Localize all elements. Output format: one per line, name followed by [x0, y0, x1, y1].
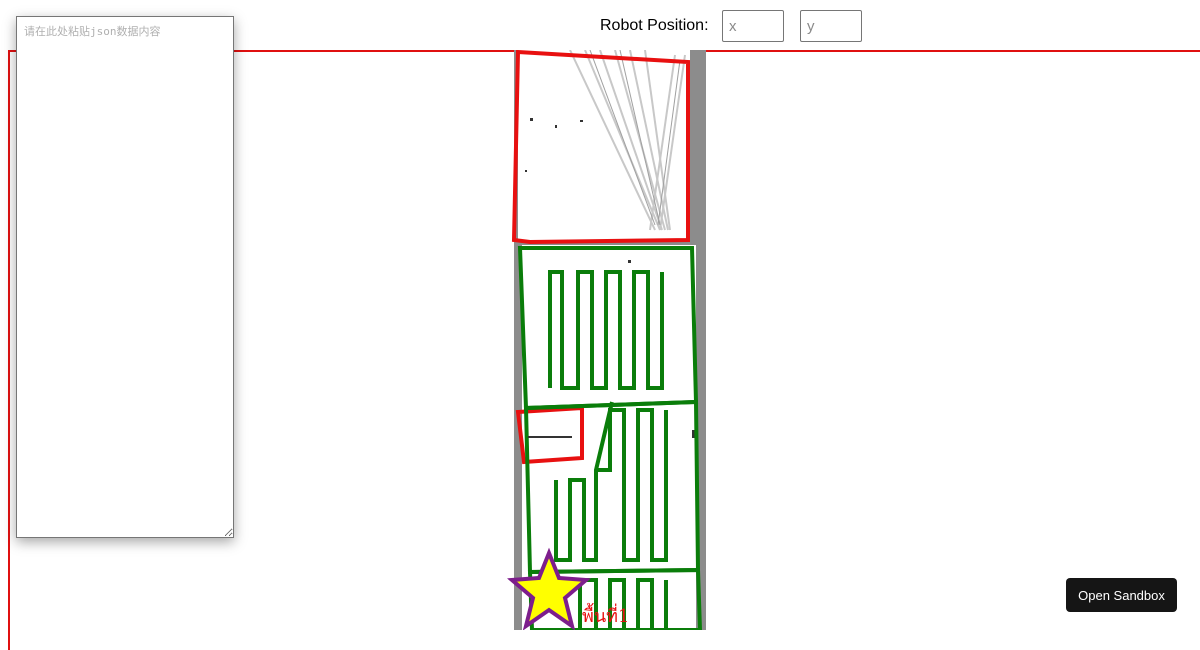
json-input-textarea[interactable]	[16, 16, 234, 538]
map-view[interactable]: พื้นที่1	[500, 50, 710, 630]
robot-position-label: Robot Position:	[600, 17, 709, 34]
robot-x-input[interactable]	[722, 10, 784, 42]
robot-y-input[interactable]	[800, 10, 862, 42]
zone-label: พื้นที่1	[582, 603, 630, 627]
open-sandbox-button[interactable]: Open Sandbox	[1066, 578, 1177, 612]
